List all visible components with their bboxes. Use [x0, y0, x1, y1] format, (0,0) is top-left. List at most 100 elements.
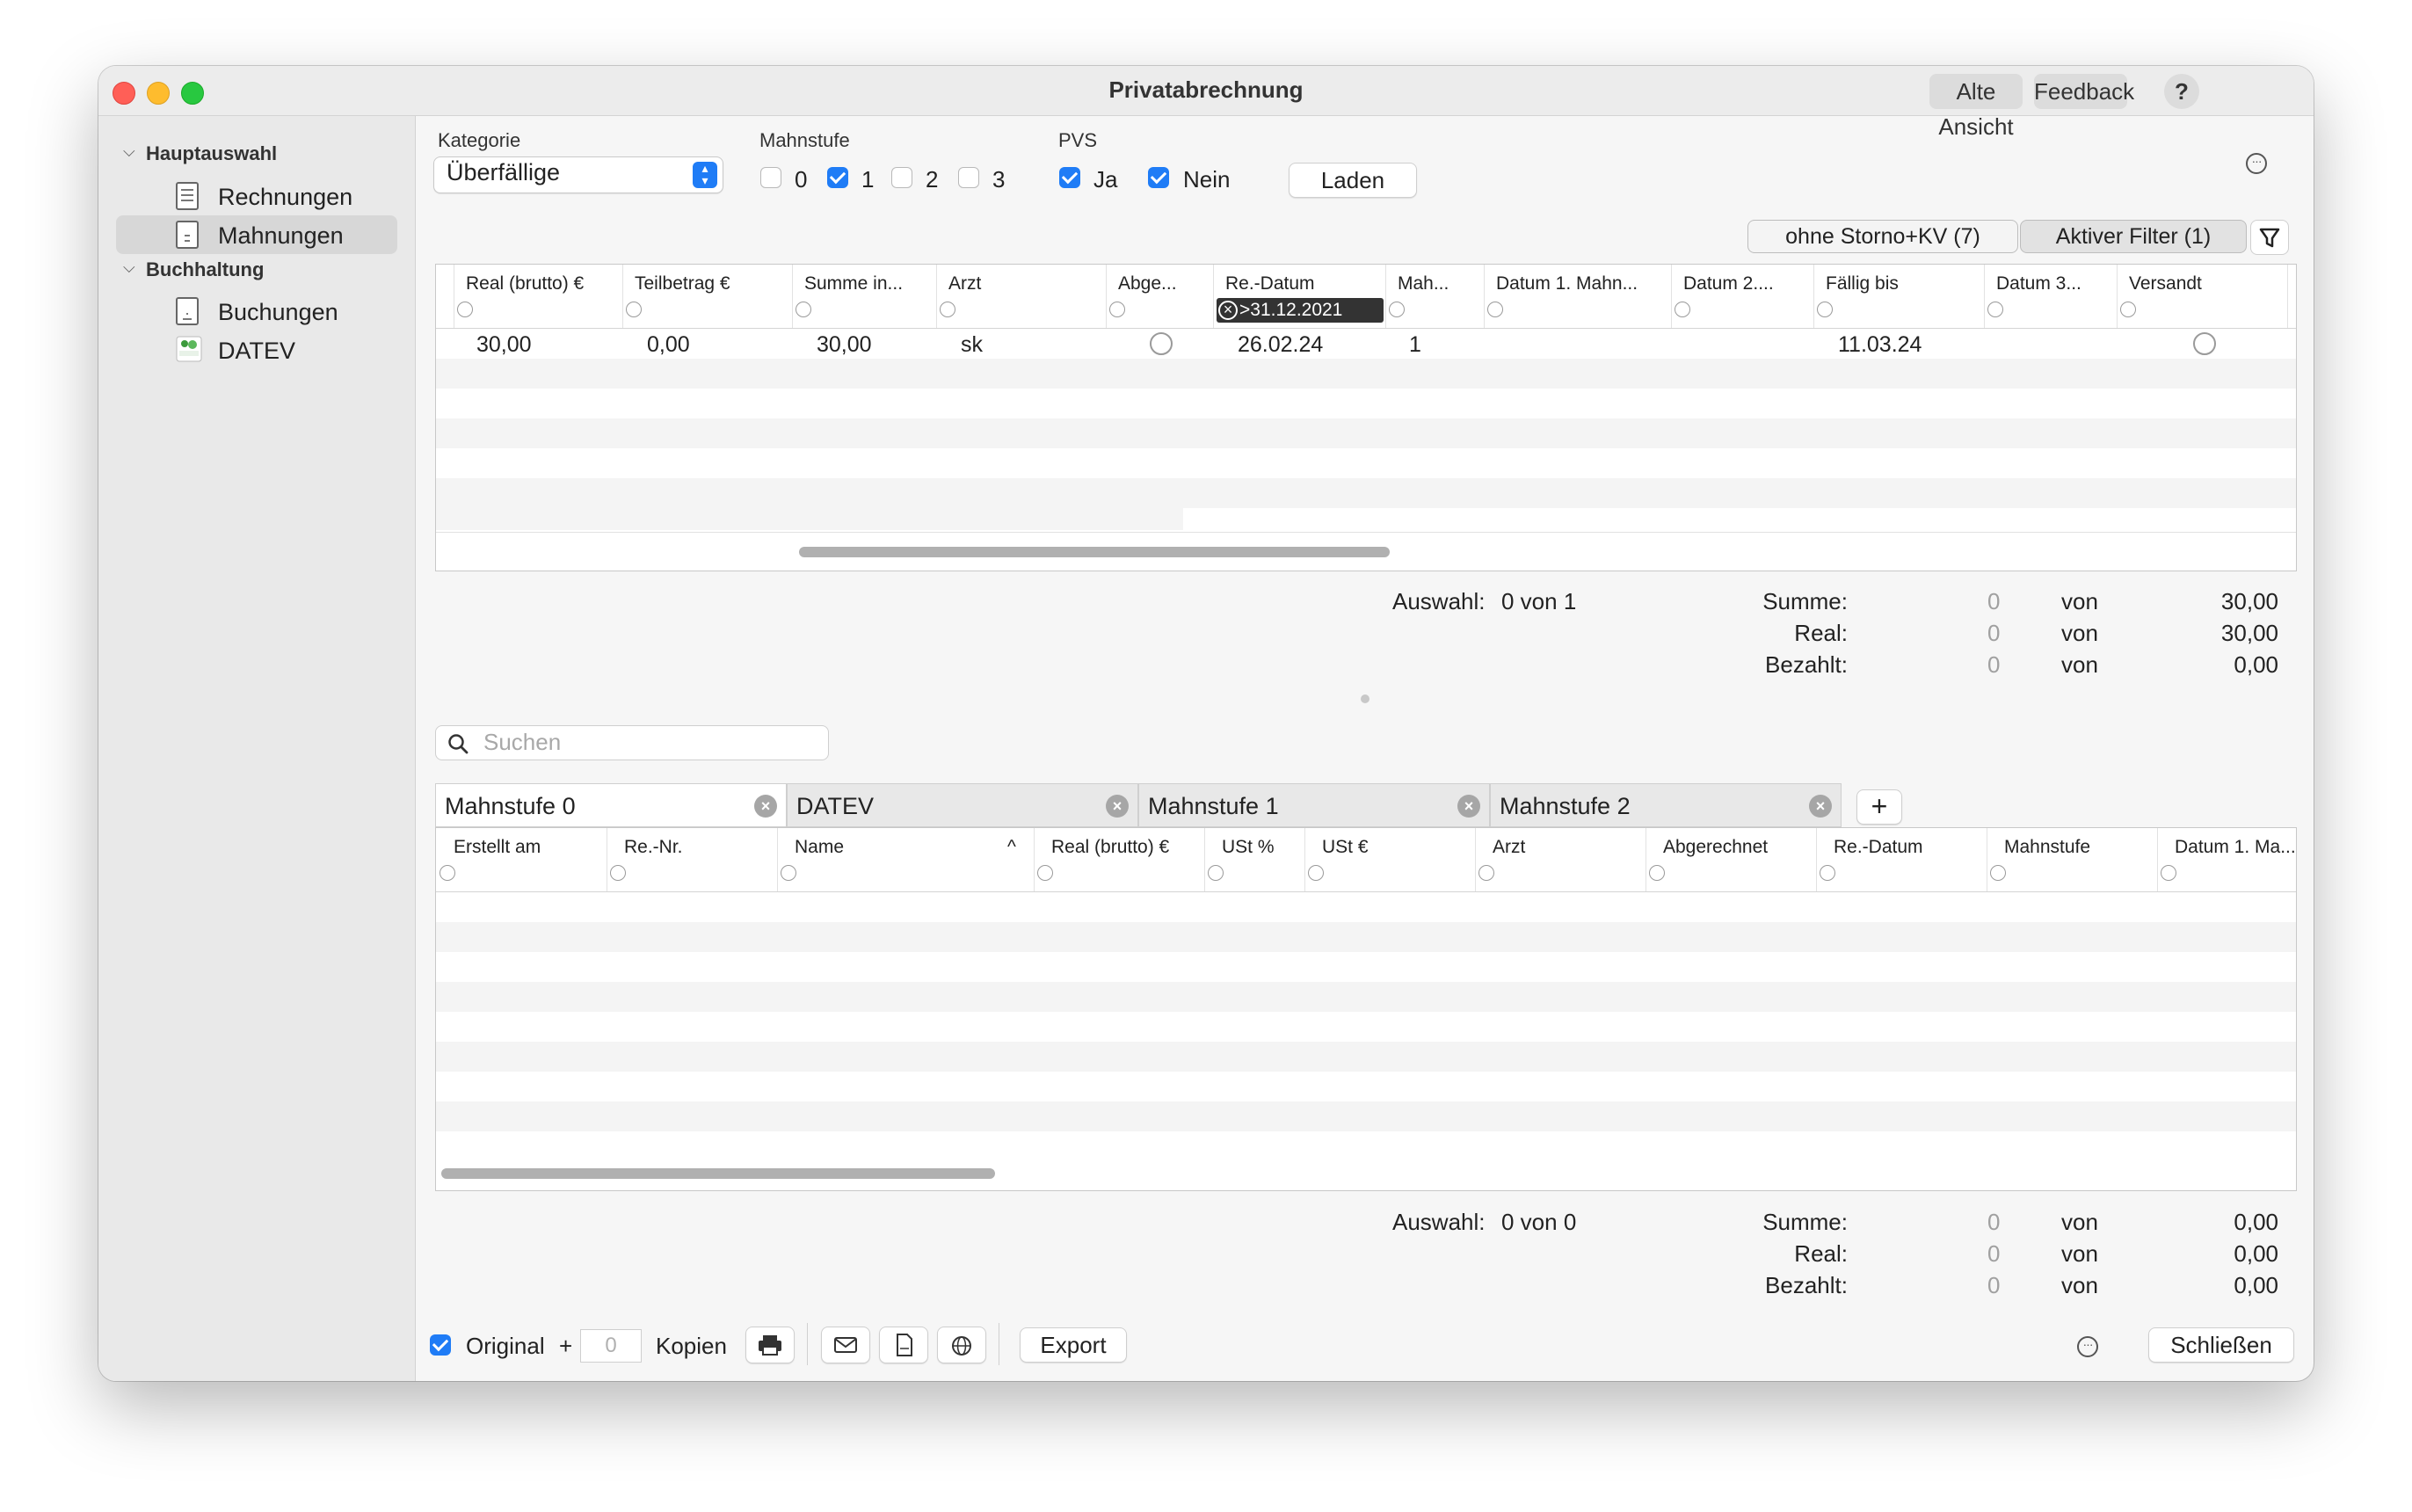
column-header-re-datum[interactable]: Re.-Datum × >31.12.2021	[1213, 265, 1386, 328]
sidebar-item-datev[interactable]: DATEV	[116, 331, 397, 369]
email-button[interactable]	[821, 1327, 870, 1363]
funnel-icon	[2259, 228, 2280, 248]
real-selected: 0	[1987, 1240, 2001, 1267]
column-header-selector[interactable]	[436, 265, 454, 328]
pdf-button[interactable]	[879, 1327, 928, 1363]
column-header-teilbetrag[interactable]: Teilbetrag €	[622, 265, 793, 328]
close-tab-icon[interactable]: ×	[1457, 795, 1480, 818]
horizontal-scrollbar[interactable]	[441, 1168, 995, 1179]
select-arrows-icon: ▴ ▾	[693, 162, 717, 188]
copies-input[interactable]: 0	[580, 1329, 642, 1363]
cell-mahnstufe: 1	[1409, 332, 1421, 357]
column-header-summe[interactable]: Summe in...	[792, 265, 937, 328]
kategorie-label: Kategorie	[438, 129, 521, 151]
kategorie-select[interactable]: Überfällige ▴ ▾	[433, 156, 723, 193]
close-tab-icon[interactable]: ×	[1106, 795, 1129, 818]
chevron-down-icon[interactable]: ⌵	[123, 142, 135, 161]
table-row[interactable]: 30,00 0,00 30,00 sk 26.02.24 1 11.03.24	[436, 329, 2296, 359]
summe-label: Summe:	[1762, 1209, 1848, 1235]
storno-filter-pill[interactable]: ohne Storno+KV (7)	[1747, 220, 2018, 253]
bezahlt-selected: 0	[1987, 651, 2001, 678]
sidebar-section-buchhaltung[interactable]: Buchhaltung	[146, 258, 264, 281]
search-placeholder: Suchen	[483, 729, 562, 755]
auswahl-label: Auswahl:	[1392, 1209, 1486, 1235]
auswahl-label: Auswahl:	[1392, 588, 1486, 614]
column-header-faellig-bis[interactable]: Fällig bis	[1813, 265, 1985, 328]
mahnstufe-2-checkbox[interactable]	[891, 167, 912, 188]
mahnstufe-label: Mahnstufe	[759, 129, 850, 151]
column-header-datum-1[interactable]: Datum 1. Mahn...	[1484, 265, 1672, 328]
abgerechnet-radio[interactable]	[1150, 332, 1173, 355]
filter-button[interactable]	[2250, 220, 2289, 255]
column-header-real-brutto[interactable]: Real (brutto) €	[1034, 828, 1205, 891]
bezahlt-label: Bezahlt:	[1765, 1272, 1848, 1298]
tab-mahnstufe-1[interactable]: Mahnstufe 1 ×	[1138, 783, 1490, 827]
mahnstufe-0-checkbox[interactable]	[760, 167, 781, 188]
column-header-ust-prozent[interactable]: USt %	[1204, 828, 1305, 891]
cell-re-datum: 26.02.24	[1238, 332, 1324, 357]
column-header-datum-3[interactable]: Datum 3...	[1984, 265, 2118, 328]
more-options-icon[interactable]: ···	[2077, 1336, 2098, 1357]
old-view-button[interactable]: Alte Ansicht	[1929, 74, 2023, 140]
mahnstufe-3-label: 3	[992, 166, 1006, 193]
tab-datev[interactable]: DATEV ×	[787, 783, 1138, 827]
close-tab-icon[interactable]: ×	[1809, 795, 1832, 818]
sidebar-item-rechnungen[interactable]: Rechnungen	[116, 177, 397, 215]
close-tab-icon[interactable]: ×	[754, 795, 777, 818]
sidebar-item-mahnungen[interactable]: Mahnungen	[116, 215, 397, 254]
tab-mahnstufe-2[interactable]: Mahnstufe 2 ×	[1490, 783, 1842, 827]
column-header-versandt[interactable]: Versandt	[2117, 265, 2288, 328]
tab-mahnstufe-0[interactable]: Mahnstufe 0 ×	[435, 783, 787, 827]
column-header-ust-euro[interactable]: USt €	[1304, 828, 1476, 891]
help-button[interactable]: ?	[2164, 74, 2199, 109]
close-button[interactable]: Schließen	[2148, 1327, 2294, 1363]
summe-total: 0,00	[2234, 1209, 2278, 1235]
column-header-datum-2[interactable]: Datum 2....	[1671, 265, 1814, 328]
pvs-ja-label: Ja	[1093, 166, 1118, 193]
sort-ascending-icon: ^	[1007, 837, 1016, 857]
summe-selected: 0	[1987, 588, 2001, 614]
pvs-ja-checkbox[interactable]	[1059, 167, 1080, 188]
web-export-button[interactable]	[937, 1327, 986, 1363]
sidebar-item-label: Mahnungen	[218, 222, 344, 249]
pvs-nein-checkbox[interactable]	[1148, 167, 1169, 188]
column-header-erstellt-am[interactable]: Erstellt am	[436, 828, 607, 891]
pvs-nein-label: Nein	[1183, 166, 1231, 193]
search-icon	[448, 734, 469, 754]
print-button[interactable]	[745, 1327, 795, 1363]
search-input[interactable]: Suchen	[435, 725, 829, 760]
cell-teilbetrag: 0,00	[647, 332, 690, 357]
column-header-re-datum[interactable]: Re.-Datum	[1816, 828, 1987, 891]
horizontal-scrollbar[interactable]	[799, 547, 1390, 557]
mahnstufe-3-checkbox[interactable]	[958, 167, 979, 188]
column-header-re-nr[interactable]: Re.-Nr.	[607, 828, 778, 891]
feedback-button[interactable]: Feedback	[2034, 74, 2134, 109]
cell-real-brutto: 30,00	[476, 332, 532, 357]
reminder-stage-table: Erstellt am Re.-Nr. Name ^ Real (brutto) …	[435, 827, 2297, 1191]
sidebar-item-buchungen[interactable]: Buchungen	[116, 292, 397, 331]
clear-filter-icon[interactable]: ×	[1218, 301, 1238, 320]
plus-label: +	[559, 1333, 573, 1359]
column-header-mahnstufe[interactable]: Mahnstufe	[1987, 828, 2158, 891]
add-tab-button[interactable]: +	[1856, 789, 1902, 825]
sidebar-section-hauptauswahl[interactable]: Hauptauswahl	[146, 142, 277, 165]
original-checkbox[interactable]	[430, 1334, 451, 1356]
column-header-name[interactable]: Name ^	[777, 828, 1035, 891]
column-header-abgerechnet[interactable]: Abgerechnet	[1646, 828, 1817, 891]
re-datum-filter[interactable]: × >31.12.2021	[1217, 298, 1384, 323]
versandt-radio[interactable]	[2193, 332, 2216, 355]
column-header-mahnstufe[interactable]: Mah...	[1385, 265, 1485, 328]
column-header-abgerechnet[interactable]: Abge...	[1106, 265, 1214, 328]
chevron-down-icon[interactable]: ⌵	[123, 258, 135, 277]
summe-label: Summe:	[1762, 588, 1848, 614]
load-button[interactable]: Laden	[1289, 163, 1417, 198]
mahnstufe-1-checkbox[interactable]	[827, 167, 848, 188]
split-view-handle[interactable]	[1361, 694, 1369, 703]
column-header-arzt[interactable]: Arzt	[936, 265, 1107, 328]
column-header-datum-1[interactable]: Datum 1. Ma...	[2157, 828, 2296, 891]
more-options-icon[interactable]: ···	[2246, 153, 2267, 174]
column-header-real-brutto[interactable]: Real (brutto) €	[454, 265, 623, 328]
export-button[interactable]: Export	[1020, 1327, 1127, 1363]
column-header-arzt[interactable]: Arzt	[1475, 828, 1646, 891]
active-filter-pill[interactable]: Aktiver Filter (1)	[2020, 220, 2247, 253]
